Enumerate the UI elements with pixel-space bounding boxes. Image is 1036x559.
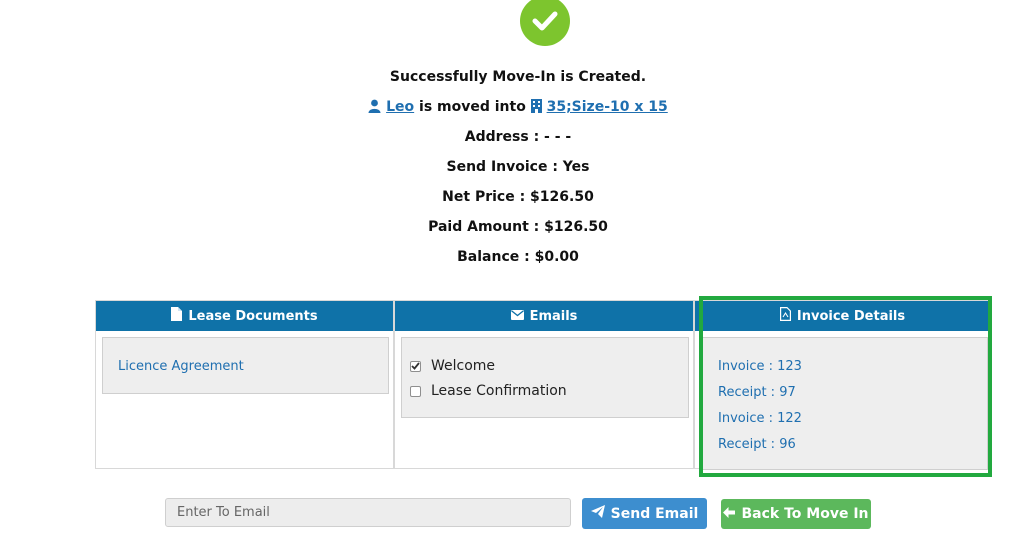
send-email-button[interactable]: Send Email bbox=[582, 498, 707, 529]
success-check-icon bbox=[520, 0, 570, 46]
invoice-details-list: Invoice : 123 Receipt : 97 Invoice : 122… bbox=[701, 337, 988, 470]
user-icon bbox=[368, 99, 381, 117]
paper-plane-icon bbox=[590, 505, 605, 522]
invoice-details-title: Invoice Details bbox=[796, 308, 906, 324]
send-email-label: Send Email bbox=[610, 505, 699, 522]
tenant-link[interactable]: Leo bbox=[386, 99, 414, 115]
balance-line: Balance : $0.00 bbox=[457, 249, 579, 265]
pdf-icon bbox=[779, 307, 791, 325]
lease-confirmation-checkbox[interactable] bbox=[410, 385, 421, 397]
lease-confirmation-label: Lease Confirmation bbox=[431, 383, 567, 399]
invoice-details-header: Invoice Details bbox=[695, 301, 990, 331]
emails-header: Emails bbox=[395, 301, 693, 331]
receipt-link[interactable]: Receipt : 97 bbox=[718, 385, 796, 400]
emails-title: Emails bbox=[529, 308, 578, 324]
building-icon bbox=[530, 99, 542, 117]
move-in-summary: Leo is moved into 35;Size-10 x 15 bbox=[0, 99, 1036, 117]
arrow-left-icon bbox=[723, 506, 736, 522]
success-title: Successfully Move-In is Created. bbox=[389, 69, 647, 85]
unit-link[interactable]: 35;Size-10 x 15 bbox=[547, 99, 668, 115]
back-to-move-in-button[interactable]: Back To Move In bbox=[721, 499, 871, 529]
paid-amount-line: Paid Amount : $126.50 bbox=[428, 219, 608, 235]
back-to-move-in-label: Back To Move In bbox=[741, 506, 869, 522]
lease-documents-panel: Lease Documents Licence Agreement bbox=[95, 300, 394, 469]
email-option-welcome[interactable]: Welcome bbox=[410, 358, 495, 374]
email-option-lease-confirmation[interactable]: Lease Confirmation bbox=[410, 383, 567, 399]
invoice-details-panel: Invoice Details Invoice : 123 Receipt : … bbox=[694, 300, 991, 470]
address-line: Address : - - - bbox=[464, 129, 572, 145]
lease-documents-title: Lease Documents bbox=[188, 308, 318, 324]
welcome-checkbox[interactable] bbox=[410, 360, 421, 372]
email-input[interactable] bbox=[165, 498, 571, 527]
moved-into-text: is moved into bbox=[419, 99, 526, 115]
send-invoice-line: Send Invoice : Yes bbox=[446, 159, 590, 175]
lease-documents-list: Licence Agreement bbox=[102, 337, 389, 394]
lease-documents-header: Lease Documents bbox=[96, 301, 393, 331]
invoice-link[interactable]: Invoice : 123 bbox=[718, 359, 802, 374]
emails-list: Welcome Lease Confirmation bbox=[401, 337, 689, 418]
licence-agreement-link[interactable]: Licence Agreement bbox=[118, 359, 244, 374]
receipt-link[interactable]: Receipt : 96 bbox=[718, 437, 796, 452]
document-icon bbox=[171, 307, 183, 325]
welcome-label: Welcome bbox=[431, 358, 496, 374]
emails-panel: Emails Welcome Lease Confirmation bbox=[394, 300, 694, 469]
net-price-line: Net Price : $126.50 bbox=[442, 189, 594, 205]
envelope-icon bbox=[510, 309, 524, 324]
invoice-link[interactable]: Invoice : 122 bbox=[718, 411, 802, 426]
